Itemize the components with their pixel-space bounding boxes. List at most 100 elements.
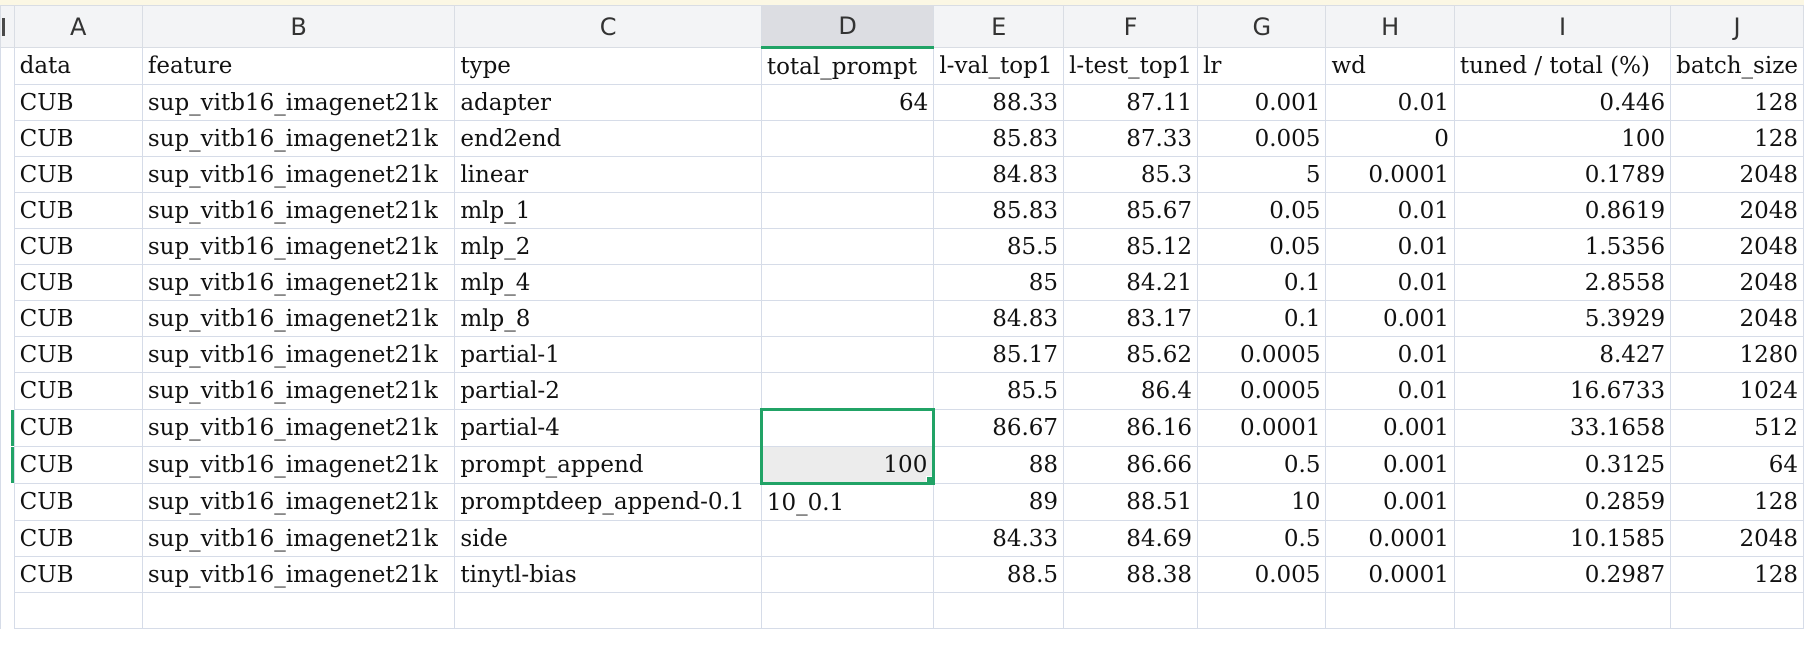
table-cell[interactable] — [760, 556, 935, 593]
table-cell[interactable]: 0.05 — [1197, 192, 1327, 229]
header-cell[interactable]: type — [454, 47, 762, 85]
table-cell[interactable]: 128 — [1670, 556, 1804, 593]
table-cell[interactable]: sup_vitb16_imagenet21k — [141, 483, 456, 521]
table-cell[interactable]: sup_vitb16_imagenet21k — [141, 300, 456, 337]
table-cell[interactable]: CUB — [13, 120, 143, 157]
table-cell[interactable]: 0.01 — [1325, 372, 1455, 410]
table-cell[interactable]: 0.8619 — [1453, 192, 1672, 229]
table-cell[interactable]: CUB — [13, 228, 143, 265]
table-cell[interactable]: sup_vitb16_imagenet21k — [141, 372, 456, 410]
table-cell[interactable]: 2048 — [1670, 156, 1804, 193]
table-cell[interactable]: 0.1 — [1197, 264, 1327, 301]
row-header[interactable] — [0, 192, 15, 229]
table-cell[interactable] — [1670, 592, 1804, 629]
table-cell[interactable]: 64 — [760, 84, 935, 121]
table-cell[interactable]: 85.5 — [933, 228, 1065, 265]
table-cell[interactable]: 87.33 — [1063, 120, 1199, 157]
table-cell[interactable]: CUB — [13, 264, 143, 301]
table-cell[interactable]: 5 — [1197, 156, 1327, 193]
row-header[interactable] — [0, 592, 15, 629]
row-header[interactable] — [0, 336, 15, 373]
column-header[interactable]: H — [1325, 5, 1455, 48]
table-cell[interactable]: 85.17 — [933, 336, 1065, 373]
table-cell[interactable]: 87.11 — [1063, 84, 1199, 121]
table-cell[interactable] — [1063, 592, 1199, 629]
table-cell[interactable]: CUB — [13, 520, 143, 557]
table-cell[interactable]: 88.5 — [933, 556, 1065, 593]
table-cell[interactable]: 86.66 — [1063, 446, 1199, 484]
table-cell[interactable]: 0.0001 — [1325, 556, 1455, 593]
row-header[interactable] — [0, 520, 15, 557]
table-cell[interactable]: 85.12 — [1063, 228, 1199, 265]
table-cell[interactable]: CUB — [13, 192, 143, 229]
row-header[interactable] — [0, 228, 15, 265]
table-cell[interactable]: 85.5 — [933, 372, 1065, 410]
row-header[interactable] — [0, 120, 15, 157]
table-cell[interactable]: CUB — [13, 300, 143, 337]
table-cell[interactable]: 10_0.1 — [760, 483, 935, 521]
table-cell[interactable]: 0.0005 — [1197, 372, 1327, 410]
table-cell[interactable]: 0.0001 — [1197, 409, 1327, 447]
table-cell[interactable]: partial-4 — [454, 409, 762, 447]
row-header[interactable] — [0, 300, 15, 337]
table-cell[interactable]: CUB — [13, 372, 143, 410]
table-cell[interactable] — [760, 592, 935, 629]
table-cell[interactable]: 2048 — [1670, 520, 1804, 557]
table-cell[interactable]: CUB — [13, 156, 143, 193]
table-cell[interactable]: CUB — [13, 409, 143, 447]
table-cell[interactable]: 85.62 — [1063, 336, 1199, 373]
table-cell[interactable]: 86.4 — [1063, 372, 1199, 410]
column-header[interactable]: J — [1670, 5, 1804, 48]
table-cell[interactable]: 85.3 — [1063, 156, 1199, 193]
table-cell[interactable]: 0.2859 — [1453, 483, 1672, 521]
table-cell[interactable]: 8.427 — [1453, 336, 1672, 373]
table-cell[interactable]: partial-2 — [454, 372, 762, 410]
table-cell[interactable]: end2end — [454, 120, 762, 157]
table-cell[interactable]: 0.005 — [1197, 120, 1327, 157]
row-header[interactable] — [0, 483, 15, 521]
column-header[interactable]: G — [1197, 5, 1327, 48]
row-header[interactable] — [0, 409, 15, 447]
table-cell[interactable]: 88.33 — [933, 84, 1065, 121]
table-cell[interactable] — [1197, 592, 1327, 629]
table-cell[interactable]: CUB — [13, 483, 143, 521]
table-cell[interactable]: 85.67 — [1063, 192, 1199, 229]
table-cell[interactable]: 128 — [1670, 120, 1804, 157]
table-cell[interactable]: sup_vitb16_imagenet21k — [141, 120, 456, 157]
header-cell[interactable]: batch_size — [1670, 47, 1804, 85]
header-cell[interactable]: wd — [1325, 47, 1455, 85]
table-cell[interactable]: 128 — [1670, 84, 1804, 121]
table-cell[interactable]: CUB — [13, 336, 143, 373]
table-cell[interactable]: 1280 — [1670, 336, 1804, 373]
table-cell[interactable]: 512 — [1670, 409, 1804, 447]
table-cell[interactable]: 84.69 — [1063, 520, 1199, 557]
table-cell[interactable]: sup_vitb16_imagenet21k — [141, 556, 456, 593]
header-cell[interactable]: feature — [141, 47, 456, 85]
table-cell[interactable]: 84.83 — [933, 156, 1065, 193]
header-cell[interactable]: total_prompt — [760, 47, 935, 85]
table-cell[interactable]: 10 — [1197, 483, 1327, 521]
table-cell[interactable]: sup_vitb16_imagenet21k — [141, 156, 456, 193]
row-header[interactable] — [0, 372, 15, 410]
table-cell[interactable]: tinytl-bias — [454, 556, 762, 593]
table-cell[interactable] — [933, 592, 1065, 629]
table-cell[interactable]: partial-1 — [454, 336, 762, 373]
column-header[interactable]: A — [13, 5, 143, 48]
table-cell[interactable]: 0.01 — [1325, 264, 1455, 301]
table-cell[interactable]: 86.67 — [933, 409, 1065, 447]
table-cell[interactable] — [760, 372, 935, 410]
row-header[interactable] — [0, 556, 15, 593]
table-cell[interactable]: 0.3125 — [1453, 446, 1672, 484]
table-cell[interactable]: 16.6733 — [1453, 372, 1672, 410]
table-cell[interactable]: 64 — [1670, 446, 1804, 484]
table-cell[interactable]: 86.16 — [1063, 409, 1199, 447]
table-cell[interactable]: adapter — [454, 84, 762, 121]
table-cell[interactable]: CUB — [13, 84, 143, 121]
column-header[interactable]: E — [933, 5, 1065, 48]
active-cell[interactable]: 100 — [759, 446, 936, 485]
table-cell[interactable]: 2048 — [1670, 264, 1804, 301]
table-cell[interactable]: 85.83 — [933, 120, 1065, 157]
table-cell[interactable]: 88.51 — [1063, 483, 1199, 521]
table-cell[interactable]: 10.1585 — [1453, 520, 1672, 557]
table-cell[interactable]: 0.0001 — [1325, 156, 1455, 193]
